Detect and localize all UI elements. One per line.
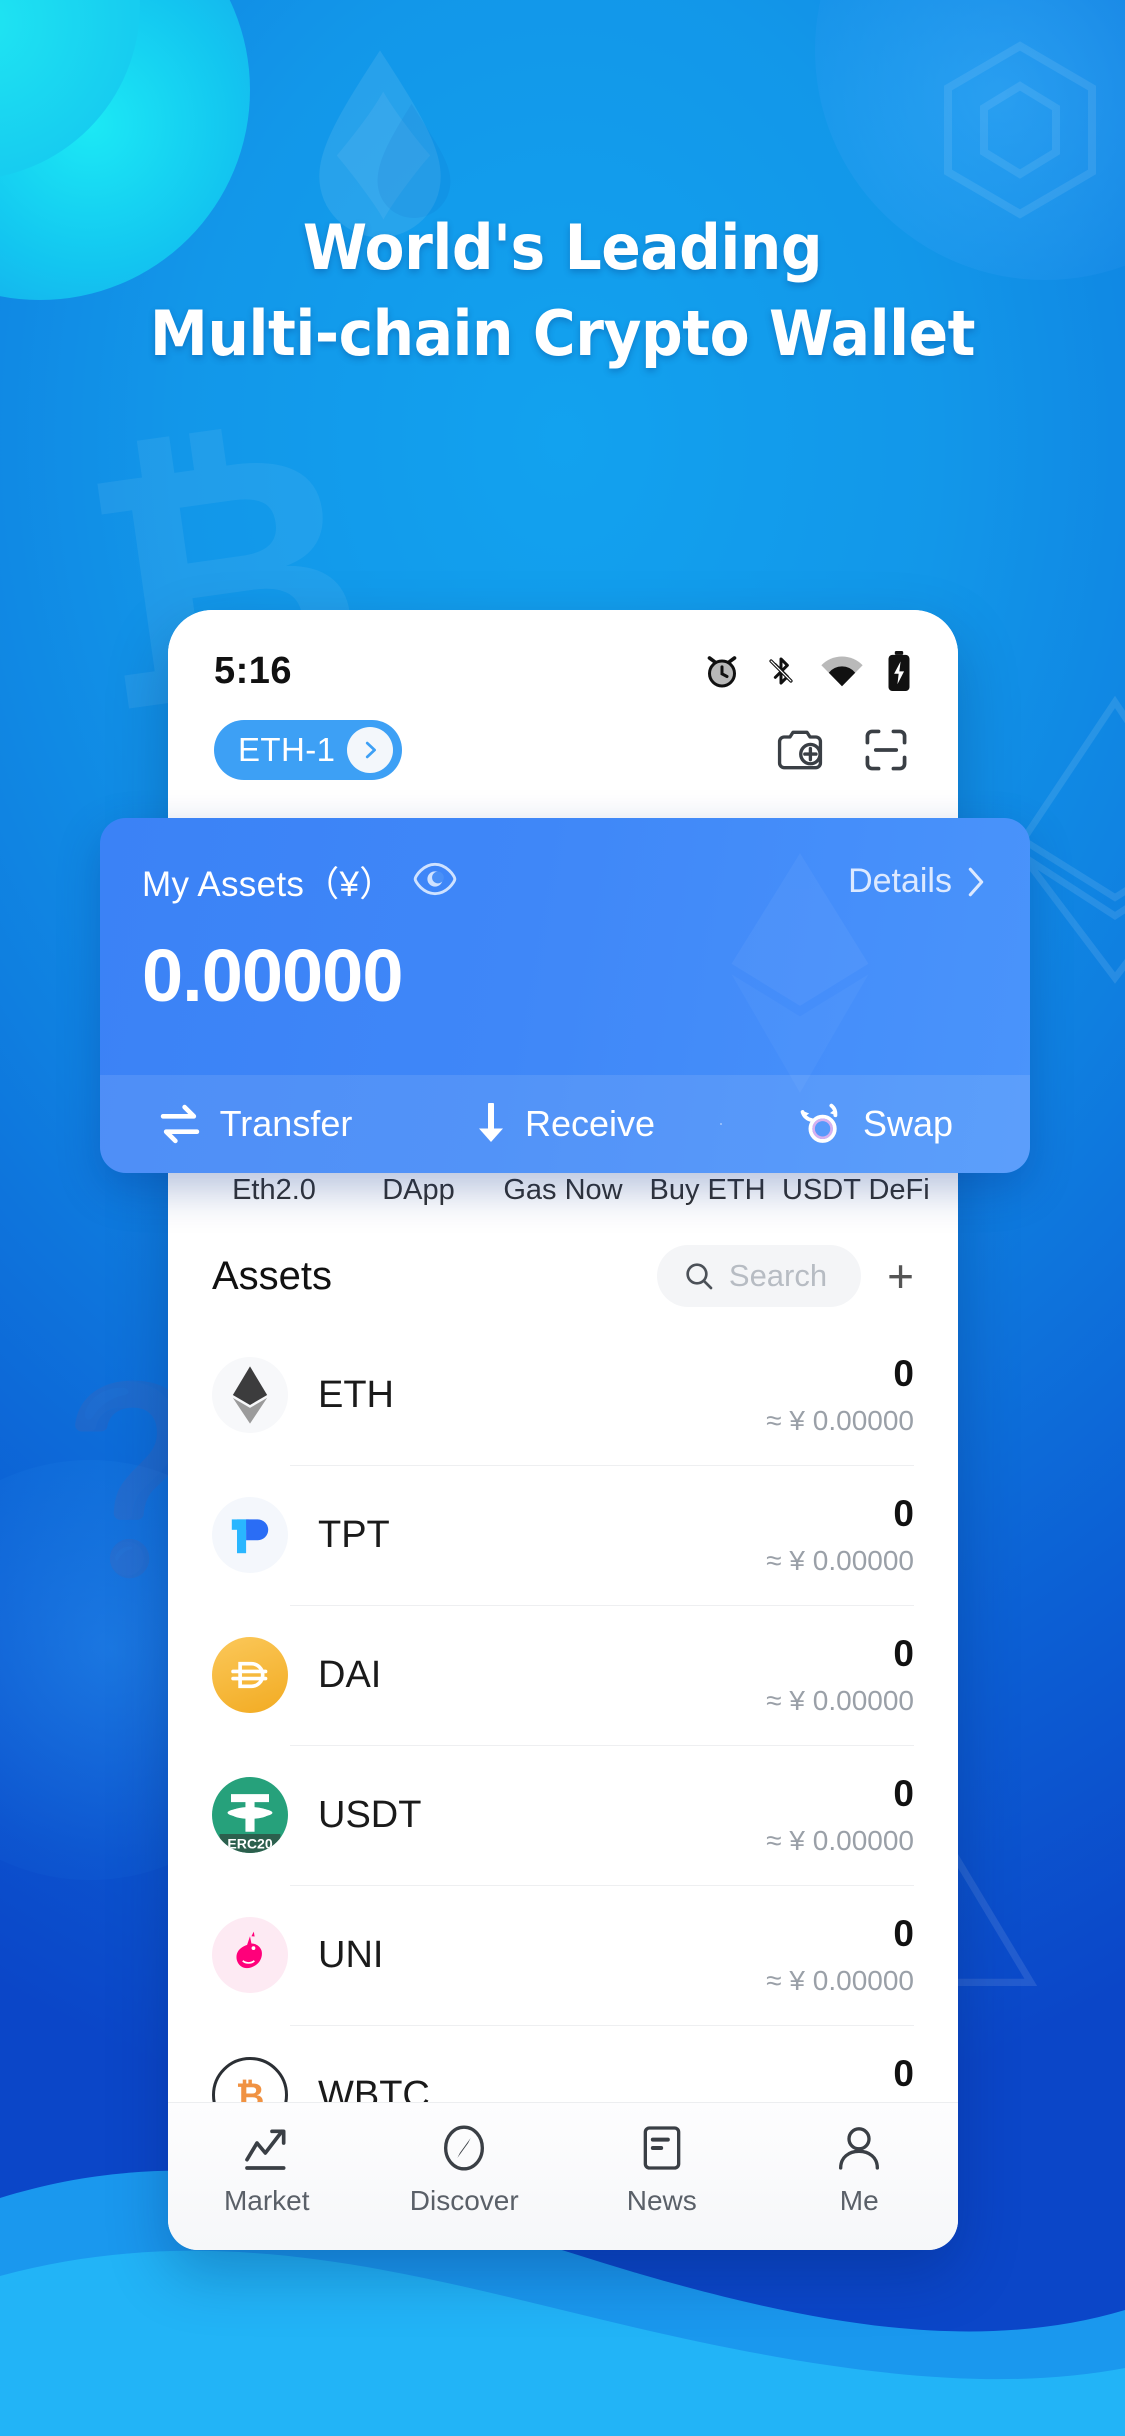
search-icon <box>686 1263 713 1290</box>
asset-symbol: USDT <box>318 1793 422 1836</box>
promo-headline: World's Leading Multi-chain Crypto Walle… <box>0 205 1125 377</box>
asset-symbol: DAI <box>318 1653 382 1696</box>
my-assets-title: My Assets（¥） <box>142 865 395 904</box>
eye-icon[interactable] <box>413 861 457 902</box>
tab-news[interactable]: News <box>563 2117 761 2217</box>
asset-fiat: ≈ ¥ 0.00000 <box>766 1545 914 1576</box>
chart-trend-icon <box>168 2117 366 2179</box>
table-row[interactable]: DAI 0 ≈ ¥ 0.00000 <box>212 1605 914 1745</box>
assets-list: ETH 0 ≈ ¥ 0.00000 TPT 0 ≈ ¥ 0.00000 DAI … <box>168 1325 958 2165</box>
assets-title: Assets <box>212 1253 333 1298</box>
asset-fiat: ≈ ¥ 0.00000 <box>766 1685 914 1716</box>
table-row[interactable]: TPT 0 ≈ ¥ 0.00000 <box>212 1465 914 1605</box>
swap-icon <box>800 1103 838 1143</box>
swap-button[interactable]: Swap <box>720 1101 1030 1147</box>
quick-action-label: Gas Now <box>503 1174 623 1206</box>
asset-values: 0 ≈ ¥ 0.00000 <box>766 1633 914 1717</box>
bottom-tab-bar: Market Discover News Me <box>168 2102 958 2250</box>
asset-values: 0 ≈ ¥ 0.00000 <box>766 1493 914 1577</box>
status-bar-time: 5:16 <box>214 649 293 692</box>
transfer-icon <box>160 1104 199 1144</box>
watermark-hex-icon <box>944 41 1096 219</box>
status-bar: 5:16 <box>168 610 958 706</box>
my-assets-card-top: My Assets（¥） Details 0.00000 <box>100 818 1030 1018</box>
chain-selector-chip[interactable]: ETH-1 <box>214 720 403 780</box>
asset-symbol: TPT <box>318 1513 390 1556</box>
compass-icon <box>366 2117 564 2179</box>
bluetooth-off-icon <box>769 657 793 685</box>
asset-amount: 0 <box>893 2053 914 2094</box>
asset-values: 0 ≈ ¥ 0.00000 <box>766 1773 914 1857</box>
plus-icon[interactable]: + <box>887 1253 914 1299</box>
tpt-coin-icon <box>212 1497 288 1573</box>
table-row[interactable]: ETH 0 ≈ ¥ 0.00000 <box>212 1325 914 1465</box>
quick-action-label: DApp <box>382 1174 455 1206</box>
my-assets-title-group: My Assets（¥） <box>142 856 457 907</box>
search-input[interactable]: Search <box>656 1245 862 1307</box>
chain-header: ETH-1 <box>168 706 958 794</box>
table-row[interactable]: UNI 0 ≈ ¥ 0.00000 <box>212 1885 914 2025</box>
asset-values: 0 ≈ ¥ 0.00000 <box>766 1913 914 1997</box>
balance-amount: 0.00000 <box>142 934 404 1017</box>
tab-discover[interactable]: Discover <box>366 2117 564 2217</box>
transfer-label: Transfer <box>219 1103 353 1144</box>
my-assets-card: My Assets（¥） Details 0.00000 Transfer Re… <box>100 818 1030 1173</box>
details-link[interactable]: Details <box>848 862 988 901</box>
transfer-button[interactable]: Transfer <box>100 1103 410 1145</box>
asset-fiat: ≈ ¥ 0.00000 <box>766 1965 914 1996</box>
wifi-icon <box>821 656 863 687</box>
asset-fiat: ≈ ¥ 0.00000 <box>766 1825 914 1856</box>
news-icon <box>563 2117 761 2179</box>
chain-selector-label: ETH-1 <box>238 731 336 768</box>
tab-market[interactable]: Market <box>168 2117 366 2217</box>
dai-coin-icon <box>212 1637 288 1713</box>
alarm-icon <box>707 656 737 688</box>
tab-label: Me <box>839 2185 879 2216</box>
quick-action-label: Buy ETH <box>649 1174 766 1206</box>
asset-amount: 0 <box>893 1633 914 1674</box>
tab-label: Discover <box>409 2185 519 2216</box>
asset-fiat: ≈ ¥ 0.00000 <box>766 1405 914 1436</box>
asset-amount: 0 <box>893 1493 914 1534</box>
scan-qr-icon[interactable] <box>860 724 912 776</box>
headline-line-1: World's Leading <box>302 211 823 284</box>
assets-header-actions: Search + <box>656 1245 914 1307</box>
asset-amount: 0 <box>893 1353 914 1394</box>
receive-label: Receive <box>524 1103 656 1144</box>
card-actions-row: Transfer Receive Swap <box>100 1075 1030 1173</box>
add-wallet-icon[interactable] <box>774 724 826 776</box>
uni-coin-icon <box>212 1917 288 1993</box>
chain-header-icons <box>774 724 912 776</box>
swap-label: Swap <box>862 1103 954 1144</box>
quick-action-label: Eth2.0 <box>232 1174 316 1206</box>
headline-line-2: Multi-chain Crypto Wallet <box>149 297 976 370</box>
table-row[interactable]: ERC20 USDT 0 ≈ ¥ 0.00000 <box>212 1745 914 1885</box>
svg-text:ERC20: ERC20 <box>227 1835 272 1851</box>
tab-me[interactable]: Me <box>761 2117 959 2217</box>
usdt-coin-icon: ERC20 <box>212 1777 288 1853</box>
tab-label: Market <box>223 2185 310 2216</box>
asset-symbol: ETH <box>318 1373 394 1416</box>
tab-label: News <box>626 2185 697 2216</box>
eth-coin-icon <box>212 1357 288 1433</box>
search-placeholder: Search <box>728 1258 828 1293</box>
assets-section-header: Assets Search + <box>168 1245 958 1307</box>
battery-charging-icon <box>888 651 910 691</box>
asset-amount: 0 <box>893 1913 914 1954</box>
asset-symbol: UNI <box>318 1933 384 1976</box>
details-label: Details <box>848 862 952 900</box>
asset-values: 0 ≈ ¥ 0.00000 <box>766 1353 914 1437</box>
person-icon <box>761 2117 959 2179</box>
receive-button[interactable]: Receive <box>410 1103 720 1145</box>
quick-action-label: USDT DeFi <box>782 1174 930 1206</box>
chevron-right-icon <box>968 867 984 896</box>
status-bar-icons <box>702 650 912 692</box>
arrow-down-icon <box>478 1103 503 1142</box>
asset-amount: 0 <box>893 1773 914 1814</box>
chevron-right-icon <box>347 727 394 773</box>
